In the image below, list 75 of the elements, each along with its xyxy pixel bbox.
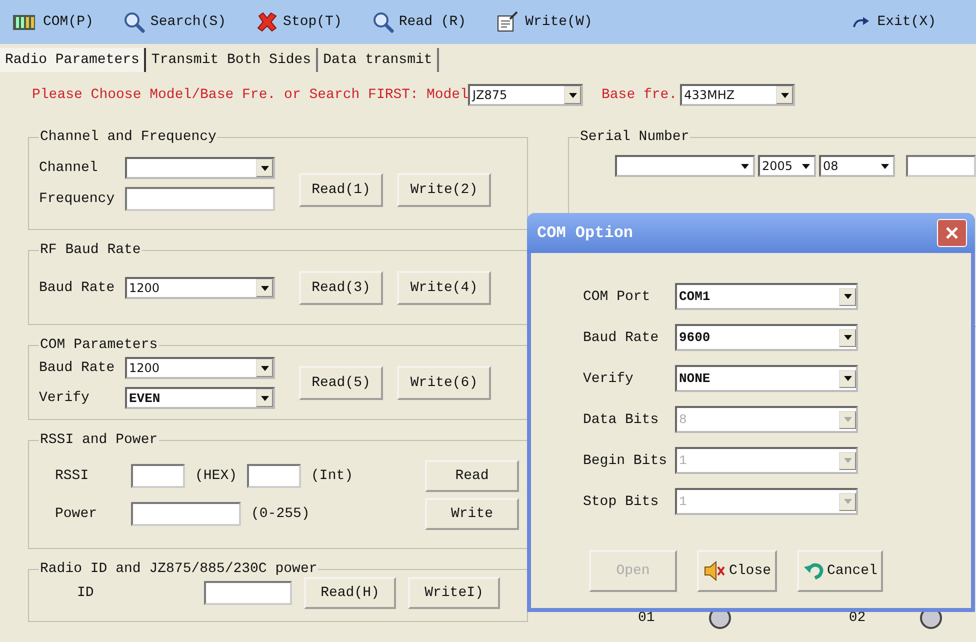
toolbar-button[interactable]: Read (R) [372,11,466,33]
stop-icon [256,11,278,33]
field-label: Verify [39,390,90,406]
dialog-button[interactable]: Close [697,550,778,592]
year-dropdown[interactable]: 2005 [758,155,816,177]
group-title: COM Parameters [39,337,159,353]
field-label: Channel [39,160,99,176]
write-button[interactable]: Write [425,498,519,530]
power-field[interactable] [131,502,241,526]
field-label: Verify [583,370,634,386]
field-label: Data Bits [583,412,660,428]
search-icon [372,11,394,33]
field-label: Model [426,87,468,103]
month-dropdown[interactable]: 08 [819,155,895,177]
field-label: Baud Rate [39,280,116,296]
field-label: Base fre. [601,87,678,103]
unit-label: (Int) [311,468,354,484]
action-button[interactable]: WriteI) [408,577,500,609]
option-dropdown[interactable]: 9600 [675,324,858,351]
undo-icon [803,561,826,581]
channel-dropdown[interactable] [125,157,275,179]
search-icon [123,11,146,33]
field-label: Baud Rate [39,360,116,376]
model-dropdown[interactable]: JZ875 [468,84,584,106]
group-title: Serial Number [579,129,690,145]
group-title: RF Baud Rate [39,242,142,258]
base-frequency-dropdown[interactable]: 433MHZ [680,84,796,106]
field-label: Power [54,506,98,522]
close-icon [945,226,959,240]
muted-speaker-icon [703,560,727,582]
action-button[interactable]: Read(H) [304,577,396,609]
action-button[interactable]: Read(3) [299,271,383,305]
unit-label: (HEX) [195,468,238,484]
toolbar-button[interactable]: Stop(T) [256,11,342,33]
rssi-int-field[interactable] [247,464,302,488]
field-label: RSSI [54,468,90,484]
indicator-label: 02 [848,610,866,626]
id-field[interactable] [204,581,292,605]
range-label: (0-255) [251,506,310,522]
toolbar-button[interactable]: COM(P) [12,12,94,32]
verify-dropdown[interactable]: EVEN [125,387,275,409]
serial-field[interactable] [906,155,976,177]
group-title: RSSI and Power [39,432,159,448]
action-button[interactable]: Write(2) [397,173,491,207]
toolbar-button[interactable]: Exit(X) [852,14,936,30]
group-title: Radio ID and JZ875/885/230C power [39,561,318,577]
toolbar-button[interactable]: Write(W) [496,11,592,33]
field-label: ID [76,585,95,601]
option-dropdown[interactable]: NONE [675,365,858,392]
document-icon [496,11,520,33]
field-label: COM Port [583,288,652,304]
baud-rate-dropdown[interactable]: 1200 [125,357,275,379]
rssi-hex-field[interactable] [131,464,185,488]
action-button[interactable]: Write(4) [397,271,491,305]
action-button[interactable]: Read(1) [299,173,383,207]
field-label: Begin Bits [583,452,668,468]
group-title: Channel and Frequency [39,129,218,145]
field-label: Frequency [39,191,116,207]
field-label: Stop Bits [583,494,660,510]
device-icon [12,12,38,32]
prompt-text: Please Choose Model/Base Fre. or Search FIRST: [32,87,418,103]
baud-rate-dropdown[interactable]: 1200 [125,277,275,299]
dialog-title: COM Option [537,224,634,242]
serial-dropdown[interactable] [615,155,755,177]
action-button[interactable]: Read(5) [299,366,383,400]
close-button[interactable] [937,219,967,247]
dialog-button[interactable]: Cancel [797,550,884,592]
indicator-label: 01 [638,610,655,626]
read-button[interactable]: Read [425,460,519,492]
action-button[interactable]: Write(6) [397,366,491,400]
frequency-field[interactable] [125,187,275,211]
option-dropdown[interactable]: COM1 [675,283,858,310]
toolbar-button[interactable]: Search(S) [123,11,226,33]
field-label: Baud Rate [583,330,660,346]
tab[interactable]: Radio Parameters [0,48,146,72]
